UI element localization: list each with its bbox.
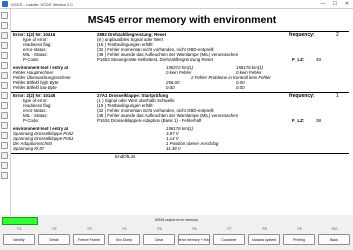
freeze-frame-button[interactable]: Freeze Frame: [73, 234, 105, 245]
error-2-row-label: P-Code:: [23, 118, 40, 123]
toolbar-button-15[interactable]: [1, 152, 8, 159]
env-dump-button[interactable]: Env Dump: [108, 234, 140, 245]
identify-button[interactable]: Identify: [3, 234, 35, 245]
error-2-frequency-value: 1: [336, 92, 339, 99]
function-key-number: F10: [331, 227, 338, 231]
error-1-row-value: P1603 Steuergeräte-Selbsttest, Drehzahlb…: [97, 57, 213, 62]
clear-button[interactable]: Clear: [143, 234, 175, 245]
error-2-flz-label: F_LZ:: [292, 118, 305, 123]
detail-button[interactable]: Detail: [38, 234, 70, 245]
window-controls: — ☐ ✕: [317, 0, 353, 8]
error-1-env-label: Fehler Bitfeld low Byte: [13, 85, 57, 90]
window-title: VCDS - Loader: VCDS Version 2.0: [11, 1, 73, 7]
error-1-frequency-label: frequency:: [289, 31, 315, 38]
function-key-number: F7: [227, 227, 232, 231]
toolbar-button-11[interactable]: [1, 112, 8, 119]
function-key-numbers: F1 F2 F3 F4 F5 F6 F7 F8 F9 F10: [0, 227, 353, 233]
maximize-icon[interactable]: ☐: [329, 0, 341, 8]
title-bar: VCDS - Loader: VCDS Version 2.0 — ☐ ✕: [0, 0, 353, 9]
function-key-number: F4: [122, 227, 127, 231]
function-key-number: F2: [52, 227, 57, 231]
function-key-number: F5: [157, 227, 162, 231]
error-2-row-value: P1634 Drosselklappen-Adaption (Bank 1) -…: [97, 118, 202, 123]
toolbar-button-13[interactable]: [1, 132, 8, 139]
end-of-list: EndOfList: [115, 154, 136, 159]
toolbar-button-8[interactable]: [1, 82, 8, 89]
error-1-env-value-2: 2 Fehler Probleme in Kontroll kein Fehle…: [191, 75, 271, 80]
toolbar-button-14[interactable]: [1, 142, 8, 149]
toolbar-button-10[interactable]: [1, 102, 8, 109]
toolbar-button-7[interactable]: [1, 72, 8, 79]
error-2-env-value-1: 11.38 V: [166, 146, 181, 151]
function-key-number: F6: [192, 227, 197, 231]
toolbar-button-17[interactable]: [1, 172, 8, 179]
toolbar-button-12[interactable]: [1, 122, 8, 129]
error-1-row-label: P-Code:: [23, 57, 40, 62]
function-key-number: F1: [17, 227, 22, 231]
toolbar-button-9[interactable]: [1, 92, 8, 99]
bottom-panel: MS45 output error memory F1 F2 F3 F4 F5 …: [0, 215, 353, 250]
error-1-flz-label: F_LZ:: [292, 57, 305, 62]
toolbar-button-2[interactable]: [1, 22, 8, 29]
error-2-frequency-label: frequency:: [289, 92, 315, 99]
error-1-env-value-1: 0 kein Fehler: [166, 70, 192, 75]
close-icon[interactable]: ✕: [341, 0, 353, 8]
toolbar-button-1[interactable]: [1, 12, 8, 19]
toolbar-button-3[interactable]: [1, 32, 8, 39]
printing-button[interactable]: Printing: [283, 234, 315, 245]
page-title: MS45 error memory with environment: [87, 14, 277, 26]
error-2-env-label: Spannung Kl.87: [13, 146, 45, 151]
function-key-number: F3: [87, 227, 92, 231]
customer-button[interactable]: Customer: [213, 234, 245, 245]
error-1-flz-value: 40: [316, 57, 322, 62]
error-memory-info-button[interactable]: error memory + Info: [178, 234, 210, 245]
left-toolbar: [0, 9, 11, 215]
separator-line: [11, 153, 349, 154]
function-key-number: F9: [297, 227, 302, 231]
back-button[interactable]: Back: [318, 234, 350, 245]
status-text: MS45 output error memory: [155, 218, 198, 222]
toolbar-button-4[interactable]: [1, 42, 8, 49]
error-2-flz-value: 38: [316, 118, 322, 123]
toolbar-button-16[interactable]: [1, 162, 8, 169]
error-1-env-value-1: 0.00: [166, 85, 175, 90]
error-1-env-value-2: 0.00: [236, 85, 245, 90]
app-icon: [2, 1, 8, 7]
function-key-number: F8: [262, 227, 267, 231]
error-1-frequency-value: 2: [336, 31, 339, 38]
toolbar-button-6[interactable]: [1, 62, 8, 69]
error-memory-report: MS45 error memory with environment Error…: [11, 10, 353, 214]
shadow-system-button[interactable]: shadow system: [248, 234, 280, 245]
minimize-icon[interactable]: —: [317, 0, 329, 8]
toolbar-button-5[interactable]: [1, 52, 8, 59]
